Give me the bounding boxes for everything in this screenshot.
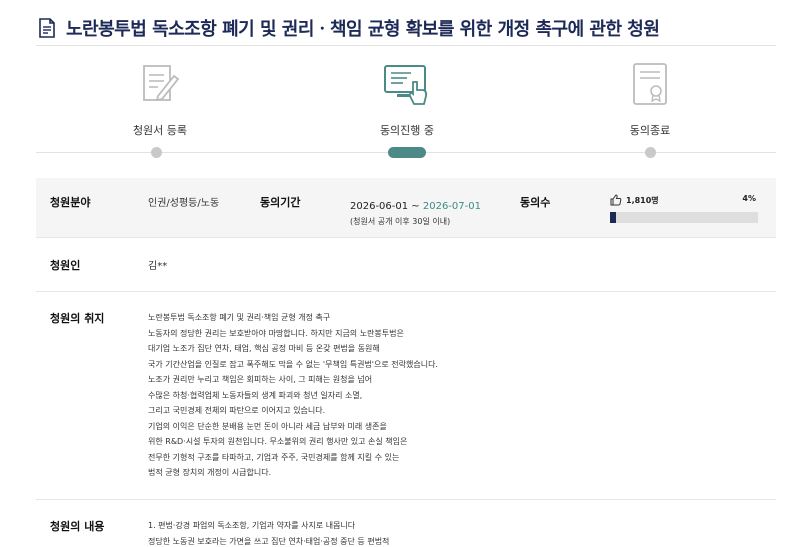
purpose-label: 청원의 취지 bbox=[50, 312, 105, 325]
content-label: 청원의 내용 bbox=[50, 520, 105, 533]
agree-percent: 4% bbox=[742, 194, 756, 203]
text-line: 대기업 노조가 집단 연차, 태업, 핵심 공정 마비 등 온갖 편법을 동원해 bbox=[148, 344, 380, 353]
info-row-purpose: 청원의 취지 노란봉투법 독소조항 폐기 및 권리·책임 균형 개정 촉구노동자… bbox=[36, 292, 776, 500]
step-label: 동의종료 bbox=[629, 124, 671, 137]
step-in-progress: 동의진행 중 bbox=[327, 60, 487, 138]
period-value: 2026-06-01 ~ 2026-07-01 (청원서 공개 이후 30일 이… bbox=[350, 194, 520, 237]
monitor-hand-icon bbox=[383, 60, 431, 108]
text-line: 노동자의 정당한 권리는 보호받아야 마땅합니다. 하지만 지금의 노란봉투법은 bbox=[148, 328, 404, 338]
agree-value: 1,810명 4% bbox=[610, 194, 762, 237]
progress-steps: 청원서 등록 동의진행 중 동의종료 bbox=[36, 60, 776, 160]
text-line: 국가 기간산업을 인질로 잡고 폭주해도 막을 수 없는 '무책임 특권법'으로… bbox=[148, 359, 438, 369]
content-text: 1. 편법·강경 파업의 독소조항, 기업과 약자를 사지로 내몹니다정당한 노… bbox=[148, 518, 389, 547]
step-label: 청원서 등록 bbox=[132, 124, 188, 137]
period-note: (청원서 공개 이후 30일 이내) bbox=[350, 217, 451, 226]
agree-label: 동의수 bbox=[520, 196, 551, 209]
period-end: 2026-07-01 bbox=[422, 201, 481, 212]
agree-progress-fill bbox=[610, 212, 616, 223]
period-label: 동의기간 bbox=[260, 196, 301, 209]
step-dot-in-progress bbox=[388, 147, 426, 158]
text-line: 1. 편법·강경 파업의 독소조항, 기업과 약자를 사지로 내몹니다 bbox=[148, 521, 356, 530]
thumbs-up-icon bbox=[610, 194, 622, 206]
certificate-icon bbox=[626, 60, 674, 108]
step-label: 동의진행 중 bbox=[379, 124, 435, 137]
step-dot-registration bbox=[151, 147, 162, 158]
text-line: 기업의 이익은 단순한 분배용 눈먼 돈이 아니라 세금 납부와 미래 생존을 bbox=[148, 421, 387, 431]
period-start: 2026-06-01 ~ bbox=[350, 201, 423, 212]
text-line: 전무한 기형적 구조를 타파하고, 기업과 주주, 국민경제를 함께 지킬 수 … bbox=[148, 452, 400, 462]
purpose-text: 노란봉투법 독소조항 폐기 및 권리·책임 균형 개정 촉구노동자의 정당한 권… bbox=[148, 310, 438, 499]
field-label: 청원분야 bbox=[50, 196, 91, 209]
step-registration: 청원서 등록 bbox=[80, 60, 240, 138]
page-header: 노란봉투법 독소조항 폐기 및 권리ㆍ책임 균형 확보를 위한 개정 촉구에 관… bbox=[36, 10, 776, 46]
info-row-summary: 청원분야 인권/성평등/노동 동의기간 2026-06-01 ~ 2026-07… bbox=[36, 178, 776, 238]
text-line: 수많은 하청·협력업체 노동자들의 생계 파괴와 청년 일자리 소멸, bbox=[148, 390, 363, 400]
page-title: 노란봉투법 독소조항 폐기 및 권리ㆍ책임 균형 확보를 위한 개정 촉구에 관… bbox=[66, 18, 660, 40]
text-line: 노조가 권리만 누리고 책임은 회피하는 사이, 그 피해는 원청을 넘어 bbox=[148, 375, 373, 384]
document-icon bbox=[36, 17, 58, 39]
text-line: 위한 R&D·시설 투자의 원천입니다. 무소불위의 권리 행사만 있고 손실 … bbox=[148, 437, 408, 446]
step-closed: 동의종료 bbox=[570, 60, 730, 138]
petitioner-value: 김** bbox=[148, 261, 168, 272]
info-row-petitioner: 청원인 김** bbox=[36, 238, 776, 292]
petition-info-table: 청원분야 인권/성평등/노동 동의기간 2026-06-01 ~ 2026-07… bbox=[36, 178, 776, 547]
text-line: 노란봉투법 독소조항 폐기 및 권리·책임 균형 개정 촉구 bbox=[148, 313, 331, 322]
text-line: 그리고 국민경제 전체의 파탄으로 이어지고 있습니다. bbox=[148, 406, 326, 415]
info-row-content: 청원의 내용 1. 편법·강경 파업의 독소조항, 기업과 약자를 사지로 내몹… bbox=[36, 500, 776, 547]
text-line: 정당한 노동권 보호라는 가면을 쓰고 집단 연차·태업·공정 중단 등 편법적 bbox=[148, 536, 390, 546]
field-value: 인권/성평등/노동 bbox=[148, 198, 220, 209]
step-dot-closed bbox=[645, 147, 656, 158]
agree-progress-bar bbox=[610, 212, 758, 223]
agree-count: 1,810명 bbox=[626, 195, 659, 205]
petitioner-label: 청원인 bbox=[50, 258, 81, 272]
text-line: 법적 균형 장치의 개정이 시급합니다. bbox=[148, 468, 272, 477]
document-pen-icon bbox=[136, 60, 184, 108]
